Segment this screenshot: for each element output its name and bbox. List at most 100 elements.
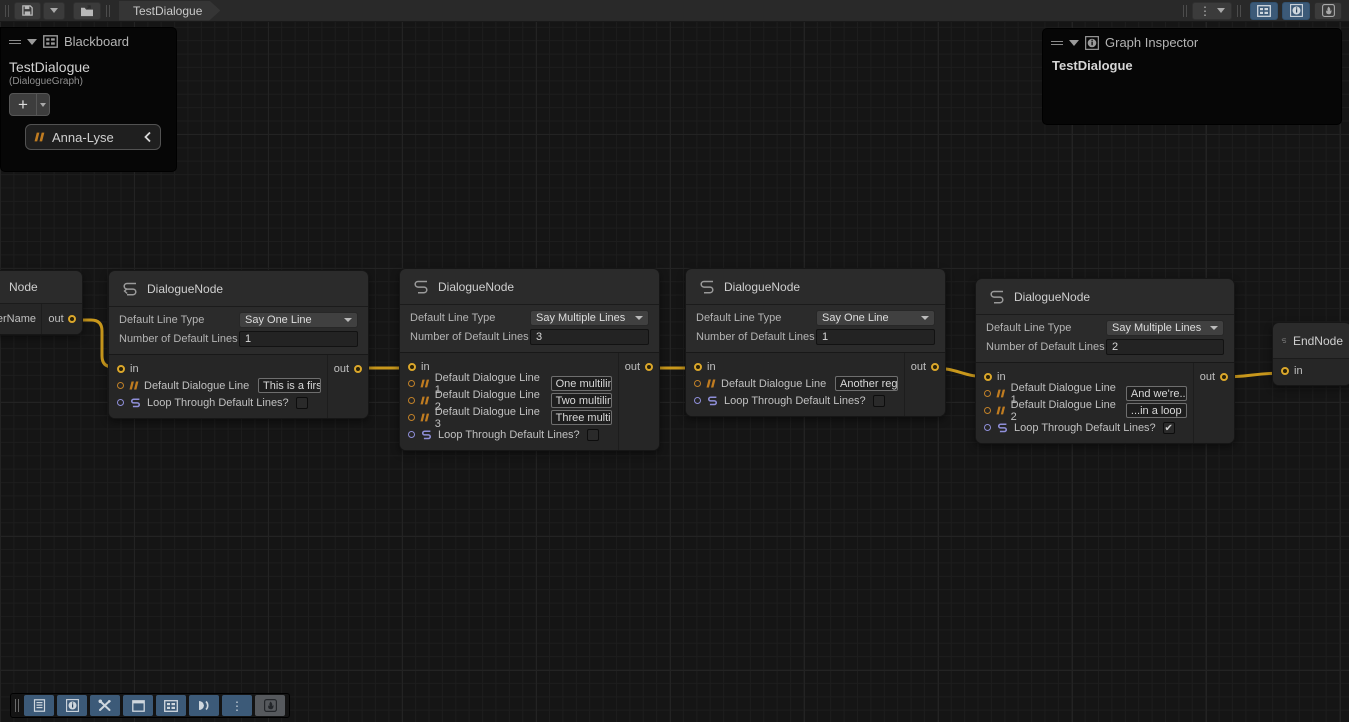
dialogue-line-input[interactable]: Three multili [551, 410, 612, 425]
line-type-dropdown[interactable]: Say One Line [816, 310, 935, 326]
save-button[interactable] [14, 2, 41, 20]
toggle-flame-button[interactable] [1314, 2, 1342, 20]
loop-port[interactable]: Loop Through Default Lines? ✔ [984, 419, 1187, 436]
save-dropdown-button[interactable] [43, 2, 65, 20]
port-dot[interactable] [694, 397, 701, 404]
dialogue-line-port[interactable]: Default Dialogue Line Another regu [694, 375, 898, 392]
port-dot[interactable] [408, 380, 415, 387]
inspector-header[interactable]: Graph Inspector [1043, 29, 1341, 54]
port-dot[interactable] [984, 424, 991, 431]
add-property-dropdown-button[interactable] [37, 93, 50, 116]
port-dot[interactable] [1220, 373, 1228, 381]
dialogue-node-1[interactable]: DialogueNode Default Line Type Say One L… [108, 270, 369, 419]
line-count-input[interactable]: 3 [530, 329, 649, 345]
collapse-icon[interactable] [27, 39, 37, 45]
port-dot[interactable] [694, 380, 701, 387]
notes-button[interactable] [24, 695, 54, 716]
dialogue-line-input[interactable]: And we're... [1126, 386, 1187, 401]
in-port[interactable]: in [117, 360, 321, 377]
blackboard-field-anna-lyse[interactable]: Anna-Lyse [25, 124, 161, 150]
end-node[interactable]: EndNode in [1272, 322, 1349, 386]
out-port[interactable]: out [619, 358, 653, 375]
dialogue-preview-button[interactable] [189, 695, 219, 716]
overflow-menu-button[interactable]: ⋮ [1192, 2, 1232, 20]
dialogue-line-input[interactable]: This is a first [258, 378, 321, 393]
tools-button[interactable] [90, 695, 120, 716]
dialogue-line-input[interactable]: One multiline [551, 376, 612, 391]
port-dot[interactable] [1281, 367, 1289, 375]
port-dot[interactable] [984, 407, 991, 414]
breadcrumb[interactable]: TestDialogue [119, 1, 220, 21]
window-button[interactable] [123, 695, 153, 716]
port-dot[interactable] [408, 363, 416, 371]
collapse-icon[interactable] [1069, 40, 1079, 46]
in-port[interactable]: in [694, 358, 898, 375]
out-port[interactable]: out [42, 304, 82, 334]
port-dot[interactable] [984, 390, 991, 397]
dialogue-line-port[interactable]: Default Dialogue Line 3 Three multili [408, 409, 612, 426]
dialogue-node-3[interactable]: DialogueNode Default Line Type Say One L… [685, 268, 946, 417]
node-port-section: in Default Dialogue Line 1 And we're... … [976, 362, 1234, 443]
port-dot[interactable] [68, 315, 76, 323]
start-node[interactable]: Node kerName out [0, 270, 83, 335]
port-dot[interactable] [645, 363, 653, 371]
dialogue-line-port[interactable]: Default Dialogue Line 2 ...in a loop [984, 402, 1187, 419]
blackboard-toggle-button[interactable] [156, 695, 186, 716]
overflow-menu-button[interactable]: ⋮ [222, 695, 252, 716]
line-type-dropdown[interactable]: Say Multiple Lines [530, 310, 649, 326]
port-dot[interactable] [117, 365, 125, 373]
loop-checkbox[interactable]: ✔ [1163, 422, 1175, 434]
dialogue-line-input[interactable]: Another regu [835, 376, 898, 391]
bottom-toolbar: ⋮ [10, 693, 290, 718]
node-port-section: kerName out [0, 304, 82, 334]
loop-checkbox[interactable] [296, 397, 308, 409]
open-asset-button[interactable] [73, 2, 101, 20]
blackboard-icon [1257, 5, 1271, 17]
port-dot[interactable] [117, 382, 124, 389]
dialogue-node-2[interactable]: DialogueNode Default Line Type Say Multi… [399, 268, 660, 451]
line-type-dropdown[interactable]: Say One Line [239, 312, 358, 328]
port-dot[interactable] [408, 397, 415, 404]
add-property-button[interactable]: + [9, 93, 37, 116]
flame-button[interactable] [255, 695, 285, 716]
loop-port[interactable]: Loop Through Default Lines? [117, 394, 321, 411]
speaker-name-field[interactable]: kerName [0, 304, 42, 334]
port-dot[interactable] [354, 365, 362, 373]
line-count-input[interactable]: 1 [239, 331, 358, 347]
port-dot[interactable] [984, 373, 992, 381]
loop-port[interactable]: Loop Through Default Lines? [408, 426, 612, 443]
dialogue-line-input[interactable]: ...in a loop [1126, 403, 1187, 418]
speaker-icon [197, 699, 211, 712]
toggle-inspector-button[interactable] [1282, 2, 1310, 20]
port-dot[interactable] [408, 431, 415, 438]
drag-handle-icon[interactable] [1051, 41, 1063, 45]
blackboard-header[interactable]: Blackboard [1, 28, 176, 53]
quote-icon [129, 381, 139, 390]
line-count-input[interactable]: 1 [816, 329, 935, 345]
dialogue-line-port[interactable]: Default Dialogue Line This is a first [117, 377, 321, 394]
line-count-input[interactable]: 2 [1106, 339, 1224, 355]
out-port[interactable]: out [1194, 368, 1228, 385]
port-dot[interactable] [694, 363, 702, 371]
dialogue-node-4[interactable]: DialogueNode Default Line Type Say Multi… [975, 278, 1235, 444]
drag-handle-icon[interactable] [15, 699, 19, 712]
toggle-blackboard-button[interactable] [1250, 2, 1278, 20]
port-dot[interactable] [931, 363, 939, 371]
blackboard-panel: Blackboard TestDialogue (DialogueGraph) … [0, 27, 177, 172]
drag-handle-icon[interactable] [9, 40, 21, 44]
in-port[interactable]: in [1273, 359, 1349, 385]
dialogue-line-input[interactable]: Two multiline [551, 393, 612, 408]
port-dot[interactable] [117, 399, 124, 406]
out-port[interactable]: out [905, 358, 939, 375]
loop-checkbox[interactable] [587, 429, 599, 441]
out-port[interactable]: out [328, 360, 362, 377]
port-dot[interactable] [408, 414, 415, 421]
line-type-dropdown[interactable]: Say Multiple Lines [1106, 320, 1224, 336]
graph-canvas[interactable]: TestDialogue ⋮ [0, 0, 1349, 722]
save-icon [21, 4, 34, 17]
loop-port[interactable]: Loop Through Default Lines? [694, 392, 898, 409]
inspector-toggle-button[interactable] [57, 695, 87, 716]
line-count-label: Number of Default Lines [696, 331, 816, 343]
chevron-left-icon[interactable] [143, 131, 152, 143]
loop-checkbox[interactable] [873, 395, 885, 407]
